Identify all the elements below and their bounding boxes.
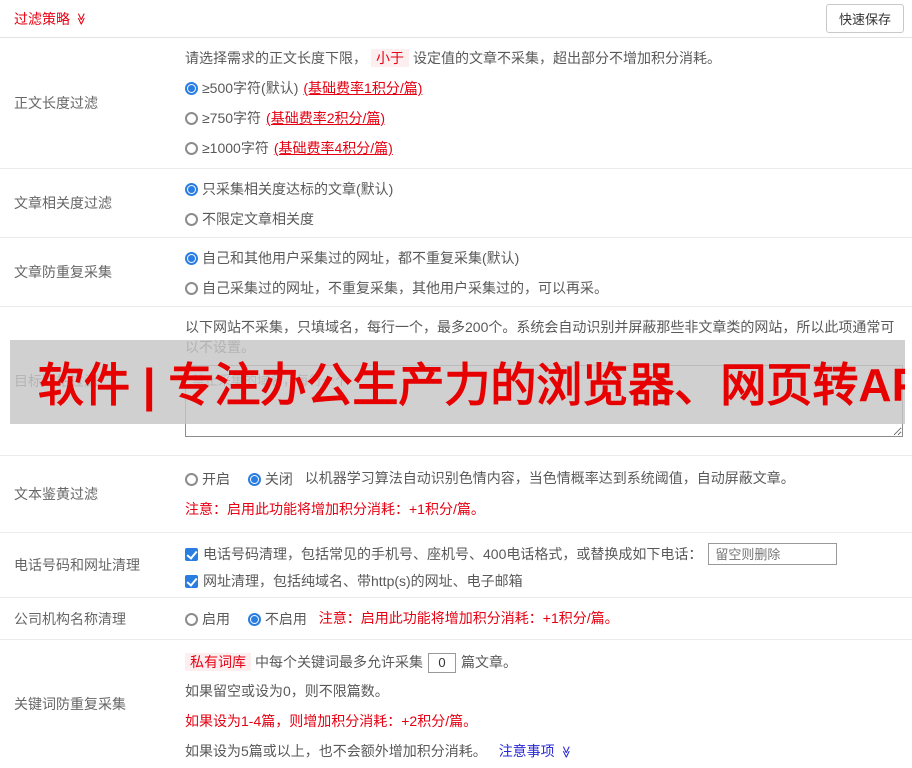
row-site-filter: 目标网站过滤 以下网站不采集，只填域名，每行一个，最多200个。系统会自动识别并… [0, 307, 912, 456]
notice-link[interactable]: 注意事项 ≫ [499, 743, 573, 759]
row-company-clean: 公司机构名称清理 启用 不启用 注意：启用此功能将增加积分消耗：+1积分/篇。 [0, 598, 912, 640]
radio-option-porn-off[interactable]: 关闭 [247, 469, 293, 489]
keyword-limit-line: 私有词库中每个关键词最多允许采集 篇文章。 [185, 652, 902, 673]
page-title: 过滤策略 [14, 10, 70, 27]
length-filter-description: 请选择需求的正文长度下限， 小于 设定值的文章不采集，超出部分不增加积分消耗。 [185, 48, 902, 68]
radio-option-750-chars[interactable]: ≥750字符 (基础费率2积分/篇) [185, 108, 902, 128]
option-label: 自己采集过的网址，不重复采集，其他用户采集过的，可以再采。 [202, 280, 608, 296]
radio-unchecked-icon[interactable] [185, 111, 198, 125]
porn-filter-description: 以机器学习算法自动识别色情内容，当色情概率达到系统阈值，自动屏蔽文章。 [304, 470, 795, 486]
option-label: 网址清理，包括纯域名、带http(s)的网址、电子邮箱 [203, 573, 523, 589]
keyword-limit-text: 中每个关键词最多允许采集 [255, 654, 423, 670]
option-label: 不启用 [264, 611, 307, 628]
radio-option-500-chars[interactable]: ≥500字符(默认) (基础费率1积分/篇) [185, 78, 902, 98]
row-label-length-filter: 正文长度过滤 [14, 95, 98, 111]
radio-unchecked-icon[interactable] [185, 212, 198, 226]
note-text: 如果设为5篇或以上，也不会额外增加积分消耗。 [185, 742, 487, 759]
keyword-note-zero: 如果留空或设为0，则不限篇数。 [185, 682, 389, 699]
keyword-note-five-plus: 如果设为5篇或以上，也不会额外增加积分消耗。 注意事项 ≫ [185, 741, 902, 761]
radio-checked-icon[interactable] [247, 612, 261, 626]
site-filter-description: 以下网站不采集，只填域名，每行一个，最多200个。系统会自动识别并屏蔽那些非文章… [185, 319, 895, 355]
row-content: 以下网站不采集，只填域名，每行一个，最多200个。系统会自动识别并屏蔽那些非文章… [185, 307, 912, 455]
desc-post: 设定值的文章不采集，超出部分不增加积分消耗。 [413, 50, 721, 66]
checkbox-option-url-clean[interactable]: 网址清理，包括纯域名、带http(s)的网址、电子邮箱 [185, 571, 902, 591]
radio-checked-icon[interactable] [185, 182, 198, 196]
option-fee-note: (基础费率2积分/篇) [266, 110, 386, 126]
row-keyword-dedup: 关键词防重复采集 私有词库中每个关键词最多允许采集 篇文章。 如果留空或设为0，则… [0, 640, 912, 768]
quick-save-button[interactable]: 快速保存 [825, 4, 904, 33]
row-label-relevance-filter: 文章相关度过滤 [14, 195, 112, 211]
option-label: 关闭 [264, 471, 293, 488]
option-label: ≥500字符(默认) [202, 80, 299, 96]
radio-checked-icon[interactable] [185, 81, 198, 95]
option-fee-note: (基础费率4积分/篇) [273, 140, 393, 156]
row-phone-url-clean: 电话号码和网址清理 电话号码清理，包括常见的手机号、座机号、400电话格式，或替… [0, 533, 912, 598]
blocked-domains-textarea[interactable] [185, 365, 903, 437]
row-content: 请选择需求的正文长度下限， 小于 设定值的文章不采集，超出部分不增加积分消耗。 ≥5… [185, 38, 912, 168]
porn-filter-options-line: 开启 关闭 以机器学习算法自动识别色情内容，当色情概率达到系统阈值，自动屏蔽文章… [185, 468, 892, 489]
filter-strategy-page: 过滤策略 ≫ 快速保存 正文长度过滤 请选择需求的正文长度下限， 小于 设定值的文章… [0, 0, 912, 768]
chevron-down-icon: ≫ [74, 12, 89, 25]
row-content: 只采集相关度达标的文章(默认) 不限定文章相关度 [185, 169, 912, 237]
option-label: 电话号码清理，包括常见的手机号、座机号、400电话格式，或替换成如下电话： [203, 546, 703, 562]
radio-option-relevance-default[interactable]: 只采集相关度达标的文章(默认) [185, 179, 902, 199]
row-relevance-filter: 文章相关度过滤 只采集相关度达标的文章(默认) 不限定文章相关度 [0, 169, 912, 238]
radio-option-dedup-all-users[interactable]: 自己和其他用户采集过的网址，都不重复采集(默认) [185, 248, 902, 268]
radio-option-porn-on[interactable]: 开启 [185, 469, 230, 489]
row-label-porn-filter: 文本鉴黄过滤 [14, 486, 98, 502]
row-label-site-filter: 目标网站过滤 [14, 373, 98, 389]
option-label: 开启 [202, 471, 230, 488]
chevron-down-icon: ≫ [558, 745, 573, 758]
option-label: 自己和其他用户采集过的网址，都不重复采集(默认) [202, 250, 520, 266]
replacement-phone-input[interactable] [708, 543, 838, 565]
radio-unchecked-icon[interactable] [185, 281, 198, 295]
row-label-company-clean: 公司机构名称清理 [14, 610, 126, 627]
company-clean-cost-note: 注意：启用此功能将增加积分消耗：+1积分/篇。 [318, 610, 619, 626]
row-label-keyword-dedup: 关键词防重复采集 [14, 696, 126, 712]
row-content: 私有词库中每个关键词最多允许采集 篇文章。 如果留空或设为0，则不限篇数。 如果设… [185, 640, 912, 768]
row-porn-filter: 开启 关闭 以机器学习算法自动识别色情内容，当色情概率达到系统阈值，自动屏蔽文章… [0, 456, 912, 533]
option-label: ≥1000字符 [202, 140, 269, 156]
row-label-dedup-filter: 文章防重复采集 [14, 264, 112, 280]
radio-checked-icon[interactable] [247, 472, 261, 486]
option-label: 不限定文章相关度 [202, 211, 314, 227]
keyword-note-cost: 如果设为1-4篇，则增加积分消耗：+2积分/篇。 [185, 712, 478, 729]
company-clean-options-line: 启用 不启用 注意：启用此功能将增加积分消耗：+1积分/篇。 [185, 608, 902, 629]
option-fee-note: (基础费率1积分/篇) [303, 80, 423, 96]
radio-option-company-off[interactable]: 不启用 [247, 609, 307, 629]
row-content: 电话号码清理，包括常见的手机号、座机号、400电话格式，或替换成如下电话： 网址… [185, 533, 912, 597]
row-label-phone-url-clean: 电话号码和网址清理 [14, 557, 140, 573]
keyword-limit-input[interactable] [428, 652, 456, 673]
radio-unchecked-icon[interactable] [185, 141, 198, 155]
row-length-filter: 正文长度过滤 请选择需求的正文长度下限， 小于 设定值的文章不采集，超出部分不增加积… [0, 38, 912, 169]
radio-checked-icon[interactable] [185, 251, 198, 265]
desc-pre: 请选择需求的正文长度下限， [185, 50, 367, 66]
radio-option-1000-chars[interactable]: ≥1000字符 (基础费率4积分/篇) [185, 138, 902, 158]
radio-option-relevance-any[interactable]: 不限定文章相关度 [185, 209, 902, 229]
checkbox-checked-icon[interactable] [185, 574, 198, 588]
radio-option-dedup-self-only[interactable]: 自己采集过的网址，不重复采集，其他用户采集过的，可以再采。 [185, 278, 902, 298]
row-content: 自己和其他用户采集过的网址，都不重复采集(默认) 自己采集过的网址，不重复采集，… [185, 238, 912, 306]
radio-option-company-on[interactable]: 启用 [185, 609, 230, 629]
row-content: 开启 关闭 以机器学习算法自动识别色情内容，当色情概率达到系统阈值，自动屏蔽文章… [185, 456, 902, 529]
row-content: 启用 不启用 注意：启用此功能将增加积分消耗：+1积分/篇。 [185, 598, 912, 639]
radio-unchecked-icon[interactable] [185, 472, 198, 486]
checkbox-option-phone-clean[interactable]: 电话号码清理，包括常见的手机号、座机号、400电话格式，或替换成如下电话： [185, 543, 902, 565]
checkbox-checked-icon[interactable] [185, 547, 198, 561]
less-than-tag: 小于 [371, 49, 409, 67]
section-header: 过滤策略 ≫ 快速保存 [0, 0, 912, 38]
row-dedup-filter: 文章防重复采集 自己和其他用户采集过的网址，都不重复采集(默认) 自己采集过的网… [0, 238, 912, 307]
option-label: 只采集相关度达标的文章(默认) [202, 181, 394, 197]
link-label: 注意事项 [498, 742, 555, 759]
section-title-toggle[interactable]: 过滤策略 ≫ [14, 9, 88, 29]
porn-filter-cost-note: 注意：启用此功能将增加积分消耗：+1积分/篇。 [185, 501, 485, 518]
keyword-limit-suffix: 篇文章。 [461, 654, 517, 670]
radio-unchecked-icon[interactable] [185, 612, 198, 626]
option-label: 启用 [202, 611, 230, 628]
private-lexicon-tag: 私有词库 [185, 653, 251, 671]
option-label: ≥750字符 [202, 110, 262, 126]
